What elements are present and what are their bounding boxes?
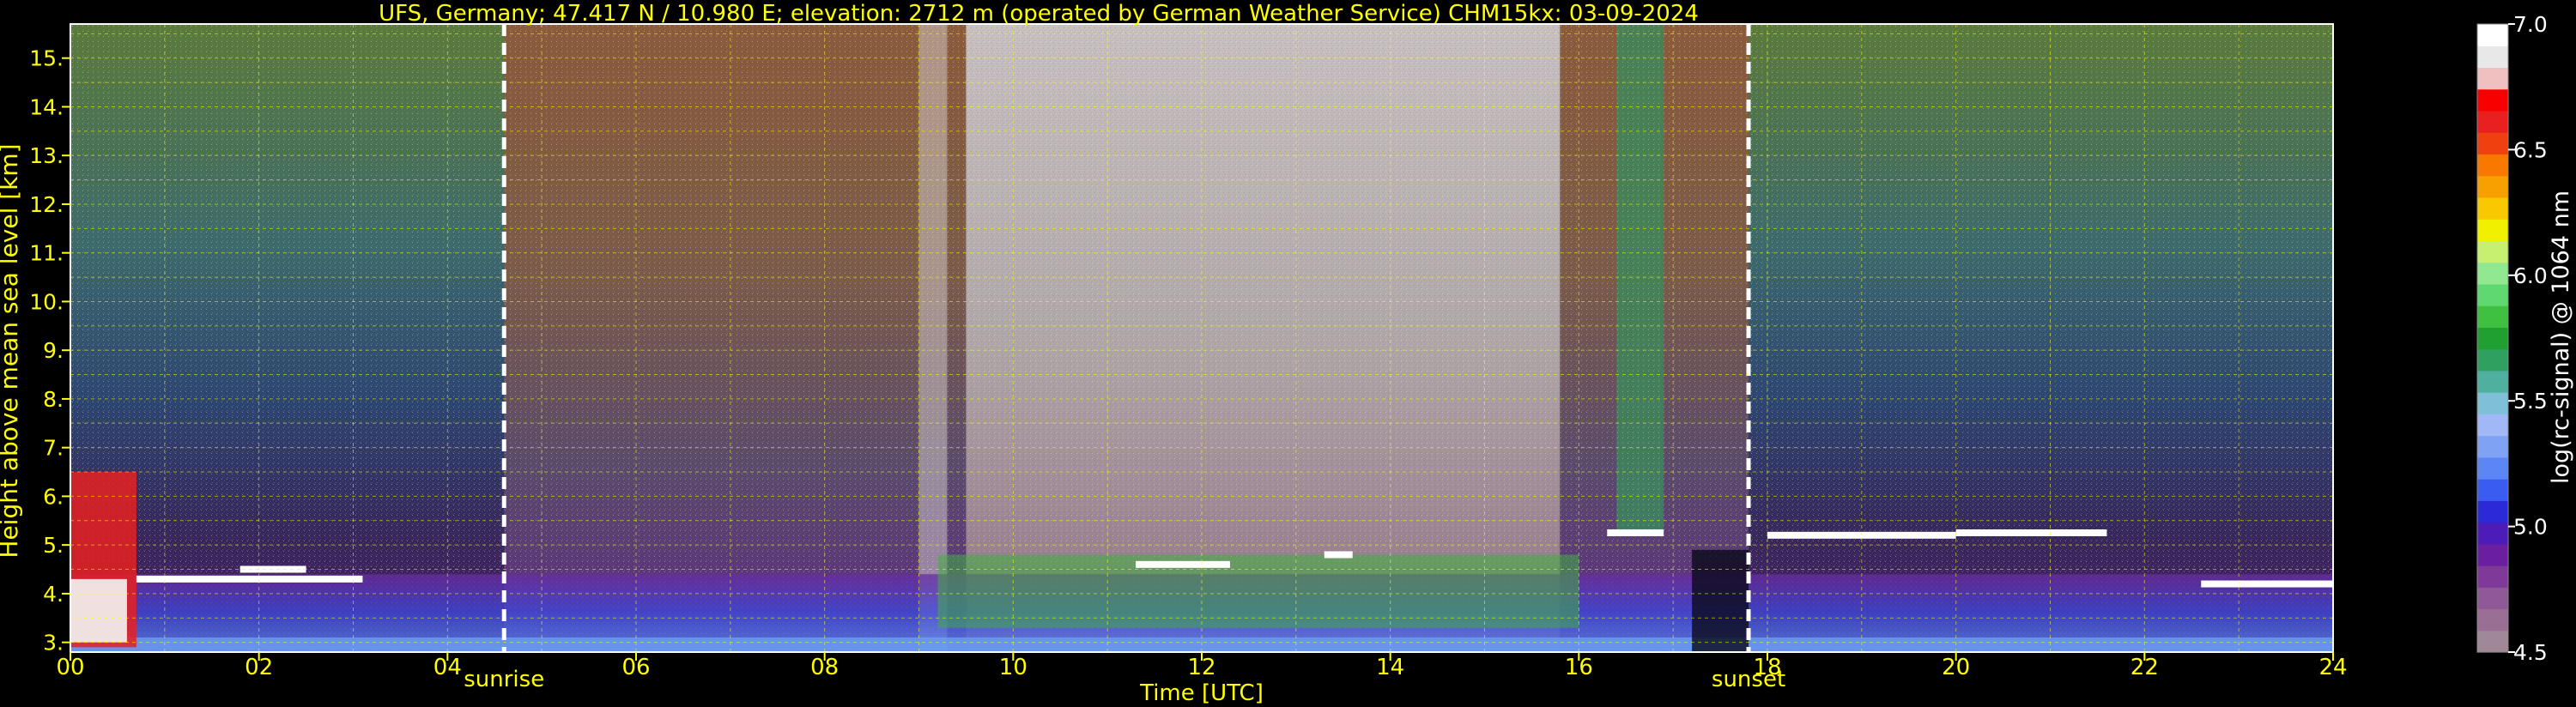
colorbar-label: log(rc-signal) @ 1064 nm	[2548, 190, 2574, 484]
cloud-layer	[1324, 551, 1353, 559]
colorbar-segment	[2477, 608, 2508, 631]
convective-band	[937, 554, 1579, 628]
x-tick-label: 16	[1565, 655, 1593, 680]
x-tick-label: 12	[1187, 655, 1215, 680]
x-tick-label: 08	[810, 655, 839, 680]
x-tick-label: 10	[999, 655, 1027, 680]
colorbar-tick-label: 7.0	[2513, 12, 2548, 37]
colorbar-segment	[2477, 630, 2508, 653]
colorbar-segment	[2477, 565, 2508, 588]
cloud-layer	[136, 575, 363, 583]
colorbar-segment	[2477, 479, 2508, 501]
colorbar-segment	[2477, 414, 2508, 437]
y-tick-label: 11.	[29, 241, 64, 266]
cloud-layer	[1607, 529, 1664, 536]
colorbar-segment	[2477, 392, 2508, 414]
colorbar-segment	[2477, 348, 2508, 372]
colorbar-segment	[2477, 262, 2508, 285]
x-tick-label: 24	[2318, 655, 2347, 680]
x-tick-label: 06	[621, 655, 650, 680]
y-tick-label: 10.	[29, 289, 64, 314]
chart-title: UFS, Germany; 47.417 N / 10.980 E; eleva…	[379, 1, 1699, 27]
y-tick-label: 3.	[43, 631, 64, 656]
colorbar-segment	[2477, 175, 2508, 198]
colorbar-segment	[2477, 88, 2508, 112]
y-tick-label: 13.	[29, 143, 64, 168]
colorbar-segment	[2477, 327, 2508, 350]
colorbar-tick-label: 6.5	[2513, 137, 2548, 162]
colorbar-tick-label: 5.0	[2513, 515, 2548, 540]
y-tick-label: 12.	[29, 192, 64, 217]
x-tick-label: 14	[1376, 655, 1404, 680]
cloud-layer	[1136, 560, 1230, 568]
y-tick-label: 15.	[29, 46, 64, 71]
colorbar-segment	[2477, 132, 2508, 155]
y-tick-label: 8.	[43, 387, 64, 412]
colorbar-segment	[2477, 283, 2508, 306]
colorbar-segment	[2477, 543, 2508, 566]
x-tick-label: 00	[56, 655, 84, 680]
colorbar-tick-label: 4.5	[2513, 640, 2548, 665]
colorbar-segment	[2477, 219, 2508, 242]
y-tick-label: 4.	[43, 582, 64, 607]
cloud-layer	[2201, 580, 2333, 588]
colorbar-segment	[2477, 500, 2508, 523]
colorbar-segment	[2477, 196, 2508, 220]
colorbar-segment	[2477, 456, 2508, 480]
colorbar-tick-label: 6.0	[2513, 263, 2548, 288]
colorbar-segment	[2477, 435, 2508, 458]
colorbar-segment	[2477, 587, 2508, 610]
colorbar-segment	[2477, 67, 2508, 90]
y-tick-label: 6.	[43, 484, 64, 509]
colorbar-segment	[2477, 370, 2508, 393]
cloud-layer	[1955, 529, 2107, 536]
x-tick-label: 02	[245, 655, 273, 680]
y-tick-label: 9.	[43, 338, 64, 363]
colorbar-segment	[2477, 305, 2508, 328]
colorbar-segment	[2477, 154, 2508, 177]
colorbar-segment	[2477, 522, 2508, 545]
y-tick-label: 7.	[43, 436, 64, 461]
y-axis-label: Height above mean sea level [km]	[0, 143, 23, 558]
aerosol-plume	[70, 578, 127, 643]
colorbar-segment	[2477, 110, 2508, 133]
x-axis-label: Time [UTC]	[1139, 680, 1264, 706]
sunrise-label: sunrise	[464, 667, 544, 692]
x-tick-label: 04	[433, 655, 462, 680]
colorbar-segment	[2477, 240, 2508, 263]
signal-gap	[1692, 549, 1749, 652]
y-tick-label: 14.	[29, 94, 64, 119]
colorbar: 4.5 5.0 5.5 6.0 6.5 7.0	[2476, 12, 2548, 665]
colorbar-tick-label: 5.5	[2513, 389, 2548, 414]
colorbar-segment	[2477, 24, 2508, 46]
lidar-chart: sunrise sunset 00 02 04 06 08 10 12 14 16 18 20 22 24…	[0, 1, 2574, 706]
y-tick-label: 5.	[43, 533, 64, 558]
colorbar-segment	[2477, 45, 2508, 69]
plot-area	[70, 24, 2333, 652]
x-tick-label: 18	[1753, 655, 1781, 680]
x-tick-label: 20	[1942, 655, 1970, 680]
x-tick-label: 22	[2131, 655, 2159, 680]
